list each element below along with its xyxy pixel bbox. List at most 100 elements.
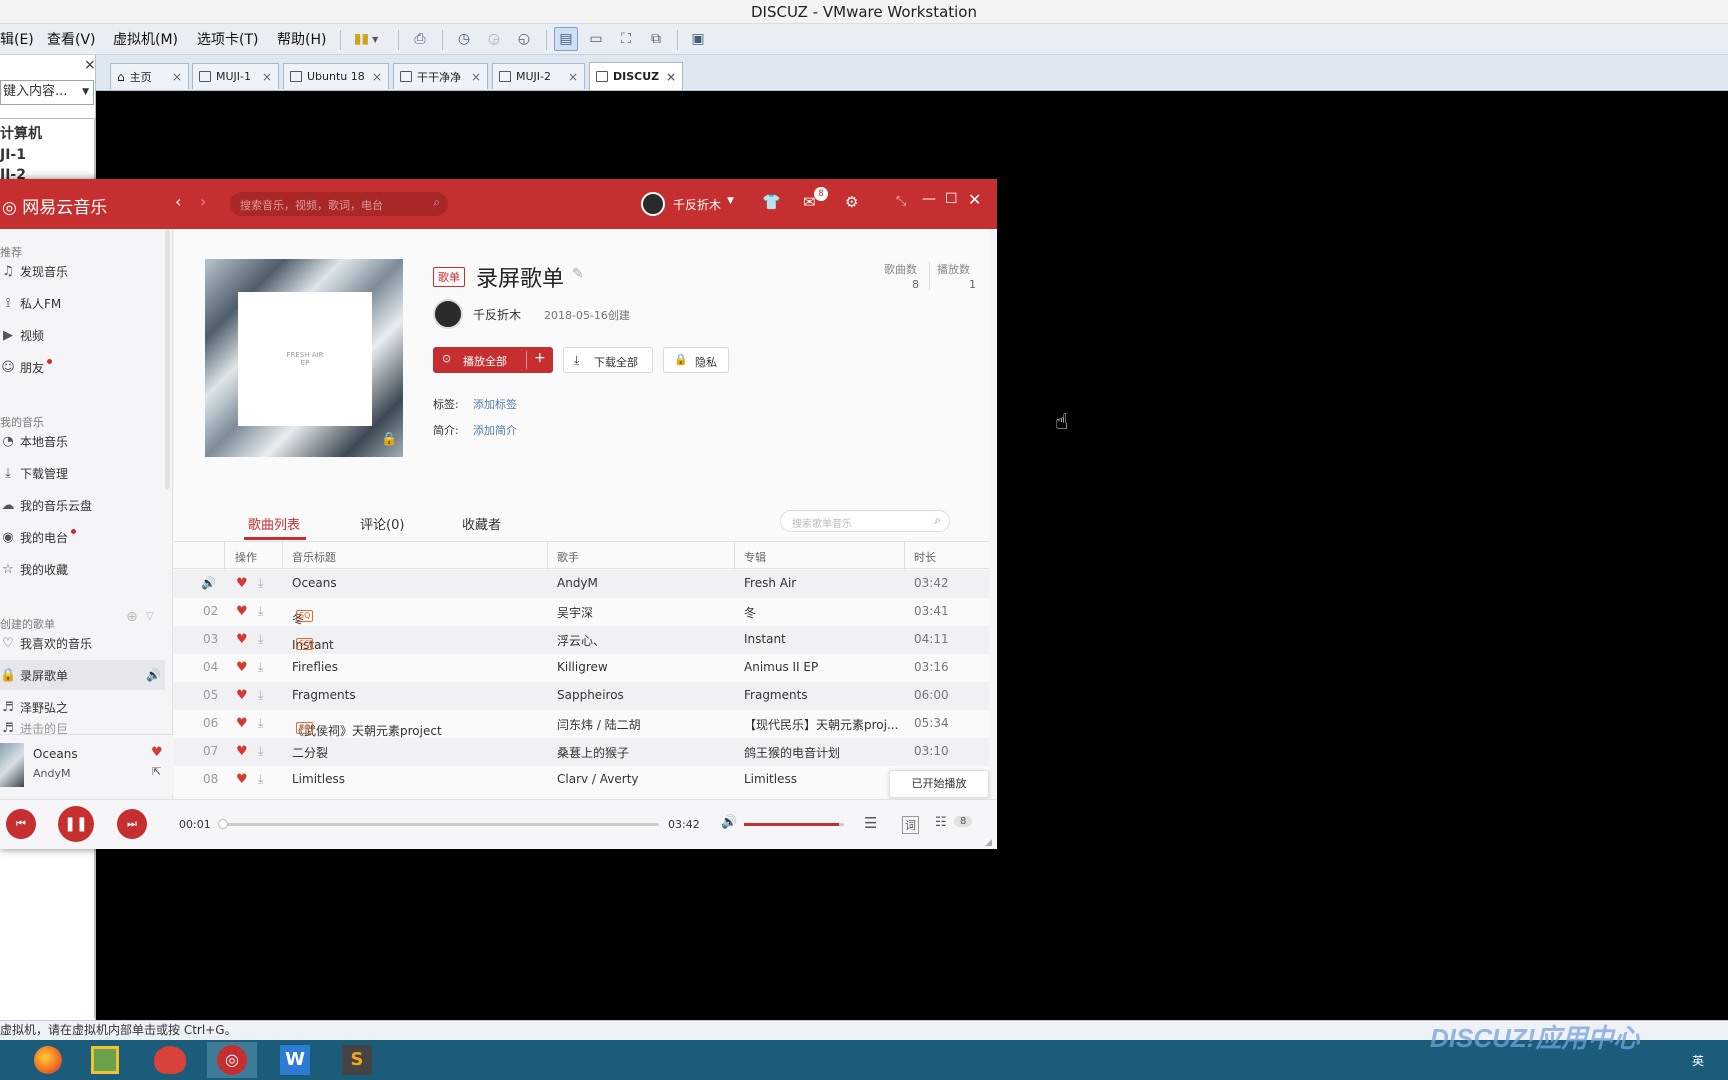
download-icon[interactable]: ⤓	[258, 744, 263, 759]
like-heart-icon[interactable]: ♥	[236, 660, 248, 675]
send-ctrl-alt-del-icon[interactable]: ⎙	[408, 27, 432, 51]
share-icon[interactable]: ⇱	[152, 765, 161, 778]
like-heart-icon[interactable]: ♥	[236, 688, 248, 703]
tree-vm-1[interactable]: JI-1	[0, 147, 94, 163]
maximize-icon[interactable]: ☐	[945, 191, 958, 207]
play-all-button[interactable]: ⊙ 播放全部 +	[433, 347, 553, 373]
gear-icon[interactable]: ⚙	[845, 193, 858, 211]
console-view-icon[interactable]: ▣	[686, 27, 710, 51]
download-icon[interactable]: ⤓	[258, 688, 263, 703]
revert-snapshot-icon[interactable]: ◶	[482, 27, 506, 51]
snail-app-taskbar-icon[interactable]	[145, 1042, 195, 1078]
download-icon[interactable]: ⤓	[258, 576, 263, 591]
vmware-taskbar-icon[interactable]	[80, 1042, 130, 1078]
search-icon[interactable]: ⌕	[433, 195, 440, 210]
pause-vm-icon[interactable]: ▮▮▼	[348, 27, 384, 51]
now-playing-artist[interactable]: AndyM	[33, 767, 70, 780]
sidebar-item-radio[interactable]: ◉我的电台	[0, 522, 165, 552]
progress-track[interactable]	[221, 823, 659, 826]
skin-icon[interactable]: 👕	[762, 193, 781, 211]
wps-taskbar-icon[interactable]: W	[270, 1042, 320, 1078]
lyrics-button[interactable]: 词	[902, 816, 919, 834]
close-tab-icon[interactable]: ×	[666, 70, 676, 84]
chevron-down-icon[interactable]: ▽	[146, 611, 154, 622]
tab-song-list[interactable]: 歌曲列表	[248, 514, 300, 533]
edit-icon[interactable]: ✎	[572, 266, 584, 282]
snapshot-icon[interactable]: ◷	[452, 27, 476, 51]
sidebar-item-fm[interactable]: ⟟私人FM	[0, 288, 165, 318]
close-library-icon[interactable]: ×	[84, 57, 96, 73]
tab-ubuntu[interactable]: Ubuntu 18×	[283, 63, 389, 89]
back-icon[interactable]: ‹	[175, 192, 181, 211]
forward-icon[interactable]: ›	[200, 192, 206, 211]
now-playing-title[interactable]: Oceans	[33, 747, 78, 761]
table-row[interactable]: 02 ♥ ⤓ 冬SQ 吴宇深 冬 03:41	[174, 598, 989, 626]
menu-edit[interactable]: 辑(E)	[0, 29, 34, 49]
table-row[interactable]: 03 ♥ ⤓ InstantSQ 浮云心、 Instant 04:11	[174, 626, 989, 654]
add-to-queue-icon[interactable]: +	[534, 350, 546, 366]
firefox-taskbar-icon[interactable]	[23, 1042, 73, 1078]
download-icon[interactable]: ⤓	[258, 716, 263, 731]
thumbnail-bar-icon[interactable]: ▭	[584, 27, 608, 51]
tab-home[interactable]: ⌂主页×	[110, 63, 189, 89]
now-playing-cover[interactable]	[0, 743, 24, 787]
download-icon[interactable]: ⤓	[258, 632, 263, 647]
tab-clean[interactable]: 干干净净×	[393, 63, 488, 89]
show-library-icon[interactable]: ▤	[554, 27, 578, 51]
download-icon[interactable]: ⤓	[258, 604, 263, 619]
play-mode-icon[interactable]: ☰	[864, 814, 877, 832]
download-icon[interactable]: ⤓	[258, 772, 263, 787]
table-row[interactable]: 04 ♥ ⤓ Fireflies Killigrew Animus II EP …	[174, 654, 989, 682]
minimize-icon[interactable]: —	[922, 191, 936, 207]
next-icon[interactable]: ⏭	[117, 809, 147, 839]
previous-icon[interactable]: ⏮	[6, 809, 36, 839]
search-input[interactable]: 搜索音乐，视频，歌词，电台 ⌕	[230, 192, 448, 216]
dropdown-arrow-icon[interactable]: ▼	[82, 81, 89, 103]
sidebar-item-collection[interactable]: ☆我的收藏	[0, 554, 165, 584]
sidebar-item-cloud[interactable]: ☁我的音乐云盘	[0, 490, 165, 520]
library-search-input[interactable]: 键入内容... ▼	[0, 80, 94, 105]
menu-help[interactable]: 帮助(H)	[277, 29, 326, 49]
table-row[interactable]: 08 ♥ ⤓ Limitless Clarv / Averty Limitles…	[174, 766, 989, 794]
sidebar-item-liked[interactable]: ♡我喜欢的音乐	[0, 628, 165, 658]
progress-knob[interactable]	[218, 819, 228, 829]
add-playlist-icon[interactable]: ⊕	[126, 609, 138, 625]
close-tab-icon[interactable]: ×	[262, 70, 272, 84]
menu-vm[interactable]: 虚拟机(M)	[113, 29, 178, 49]
search-icon[interactable]: ⌕	[934, 513, 941, 528]
like-heart-icon[interactable]: ♥	[151, 745, 163, 760]
tab-muji-2[interactable]: MUJI-2×	[492, 63, 585, 89]
chevron-down-icon[interactable]: ▼	[727, 196, 734, 206]
sidebar-item-sawano[interactable]: ♬泽野弘之	[0, 692, 165, 722]
menu-view[interactable]: 查看(V)	[47, 29, 96, 49]
table-row[interactable]: 05 ♥ ⤓ Fragments Sappheiros Fragments 06…	[174, 682, 989, 710]
volume-icon[interactable]: 🔊	[721, 815, 737, 830]
tab-collectors[interactable]: 收藏者	[462, 514, 501, 533]
like-heart-icon[interactable]: ♥	[236, 744, 248, 759]
sidebar-item-friends[interactable]: ☺朋友	[0, 352, 165, 382]
sublime-taskbar-icon[interactable]: S	[332, 1042, 382, 1078]
sidebar-item-partial[interactable]: ♬进击的巨	[0, 721, 165, 735]
sidebar-item-downloads[interactable]: ⤓下载管理	[0, 458, 165, 488]
sidebar-item-video[interactable]: ▶视频	[0, 320, 165, 350]
col-title[interactable]: 音乐标题	[292, 549, 336, 565]
table-row[interactable]: 07 ♥ ⤓ 二分裂 桑葚上的猴子 鸽王猴的电音计划 03:10	[174, 738, 989, 766]
tab-comments[interactable]: 评论(0)	[360, 514, 404, 533]
col-duration[interactable]: 时长	[914, 549, 936, 565]
col-artist[interactable]: 歌手	[557, 549, 579, 565]
pause-icon[interactable]: ❚❚	[58, 806, 94, 842]
playlist-search-input[interactable]: 搜索歌单音乐 ⌕	[780, 510, 950, 532]
queue-icon[interactable]: ☷	[935, 815, 947, 830]
fullscreen-icon[interactable]: ⛶	[614, 27, 638, 51]
table-row[interactable]: 06 ♥ ⤓ 《武侯祠》天朝元素projectSQ 闫东炜 / 陆二胡 【现代民…	[174, 710, 989, 738]
close-icon[interactable]: ✕	[968, 190, 981, 209]
like-heart-icon[interactable]: ♥	[236, 632, 248, 647]
mini-mode-icon[interactable]: ⤡	[896, 194, 906, 209]
snapshot-manager-icon[interactable]: ◵	[512, 27, 536, 51]
avatar[interactable]	[641, 192, 665, 216]
add-intro-link[interactable]: 添加简介	[473, 422, 517, 438]
tab-muji-1[interactable]: MUJI-1×	[192, 63, 279, 89]
username[interactable]: 千反折木	[673, 196, 721, 213]
resize-grip-icon[interactable]: ◢	[985, 838, 992, 848]
tree-computer[interactable]: 计算机	[0, 123, 94, 143]
